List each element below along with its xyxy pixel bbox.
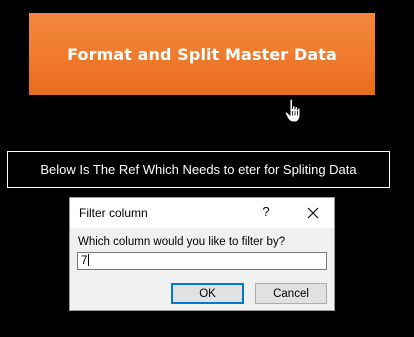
dialog-titlebar[interactable]: Filter column ? [70,198,334,228]
reference-note-text: Below Is The Ref Which Needs to eter for… [40,162,357,177]
reference-note-box: Below Is The Ref Which Needs to eter for… [7,151,390,188]
cancel-button[interactable]: Cancel [255,283,327,304]
ok-button[interactable]: OK [171,283,244,304]
filter-column-input[interactable]: 7 [77,252,327,270]
text-caret [88,254,90,266]
filter-column-dialog: Filter column ? Which column would you l… [69,197,335,311]
macro-button-label: Format and Split Master Data [67,44,337,64]
dialog-title: Filter column [79,206,148,220]
help-button[interactable]: ? [256,202,276,222]
input-value: 7 [81,255,88,267]
close-icon[interactable] [302,202,324,224]
format-and-split-master-data-button[interactable]: Format and Split Master Data [29,13,375,95]
hand-pointer-icon [284,98,301,123]
dialog-prompt: Which column would you like to filter by… [78,236,286,248]
